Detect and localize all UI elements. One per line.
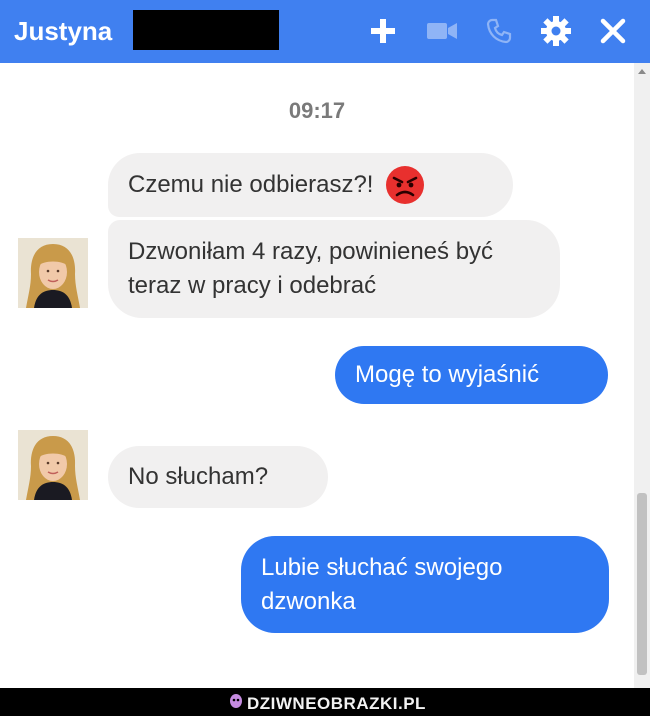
watermark-text: DZIWNEOBRAZKI.PL: [247, 693, 426, 713]
message-bubble-incoming[interactable]: Czemu nie odbierasz?!: [108, 153, 513, 217]
message-text: Lubie słuchać swojego dzwonka: [261, 553, 503, 615]
chat-window: Justyna 09:17 Czemu nie odbierasz?! Dzwo…: [0, 0, 650, 688]
message-bubble-incoming[interactable]: Dzwoniłam 4 razy, powinieneś być teraz w…: [108, 220, 560, 318]
angry-face-icon: [385, 165, 425, 205]
message-text: Dzwoniłam 4 razy, powinieneś być teraz w…: [128, 238, 494, 299]
message-bubble-incoming[interactable]: No słucham?: [108, 446, 328, 508]
message-bubble-outgoing[interactable]: Lubie słuchać swojego dzwonka: [241, 536, 609, 633]
plus-icon[interactable]: [366, 12, 400, 50]
contact-avatar[interactable]: [18, 430, 88, 500]
contact-name[interactable]: Justyna: [14, 16, 112, 47]
scroll-up-arrow-icon[interactable]: [638, 69, 646, 74]
scrollbar[interactable]: [634, 63, 650, 688]
watermark-bar: DZIWNEOBRAZKI.PL: [0, 688, 650, 716]
watermark-logo-icon: [229, 693, 243, 714]
gear-icon[interactable]: [538, 12, 574, 50]
scrollbar-thumb[interactable]: [637, 493, 647, 675]
message-text: Czemu nie odbierasz?!: [128, 171, 374, 198]
contact-avatar[interactable]: [18, 238, 88, 308]
phone-icon[interactable]: [484, 12, 514, 50]
watermark: DZIWNEOBRAZKI.PL: [229, 693, 426, 714]
video-camera-icon[interactable]: [424, 12, 460, 50]
message-text: Mogę to wyjaśnić: [355, 361, 540, 388]
close-icon[interactable]: [596, 12, 630, 50]
message-timestamp: 09:17: [288, 98, 346, 123]
redaction-bar: [133, 10, 279, 50]
chat-header: Justyna: [0, 0, 650, 63]
message-text: No słucham?: [128, 463, 269, 490]
message-bubble-outgoing[interactable]: Mogę to wyjaśnić: [335, 346, 608, 404]
